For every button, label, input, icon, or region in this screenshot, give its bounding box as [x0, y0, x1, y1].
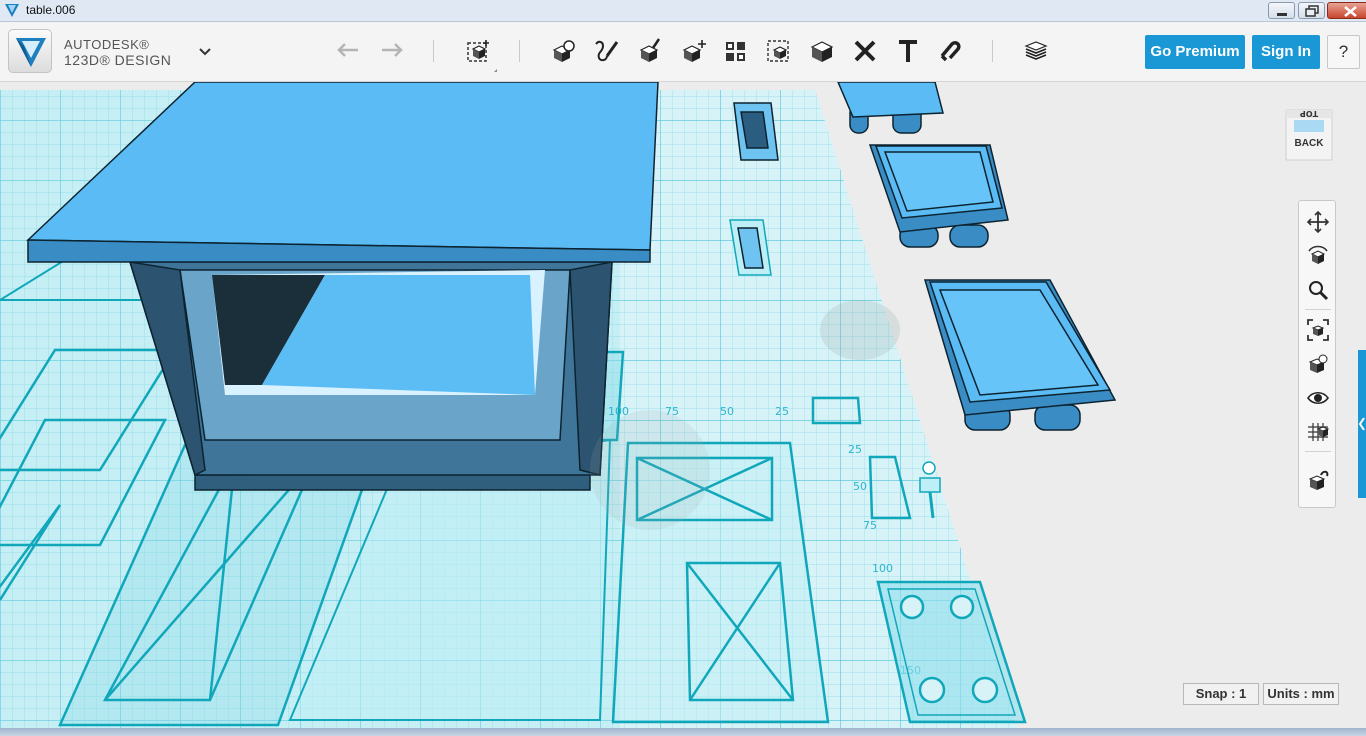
app-window: table.006 AUTODESK® 123D® DESIGN Go Prem… [0, 0, 1366, 736]
3d-viewport[interactable]: 100 75 50 25 25 50 75 100 150 [0, 82, 1366, 736]
toolbar-separator [992, 40, 993, 62]
minimize-icon [1277, 13, 1287, 16]
fit-all-icon[interactable] [1305, 317, 1331, 343]
view-selected-icon[interactable] [1305, 351, 1331, 377]
sketch-icon[interactable] [548, 36, 578, 66]
units-setting[interactable]: Units : mm [1263, 683, 1339, 705]
grid-label: 75 [863, 519, 877, 532]
viewcube-face-label: BACK [1294, 138, 1324, 149]
scene-canvas[interactable]: 100 75 50 25 25 50 75 100 150 [0, 82, 1366, 736]
group-icon[interactable] [721, 36, 751, 66]
toolbar-separator [519, 40, 520, 62]
pan-icon[interactable] [1305, 209, 1331, 235]
chevron-down-icon[interactable] [198, 47, 212, 57]
orbit-icon[interactable] [1305, 243, 1331, 269]
main-toolbar: AUTODESK® 123D® DESIGN Go Premium Sign I… [0, 22, 1366, 82]
visibility-icon[interactable] [1305, 385, 1331, 411]
toolbar-separator [433, 40, 434, 62]
nav-separator [1305, 309, 1331, 310]
measure-icon[interactable] [807, 36, 837, 66]
go-premium-button[interactable]: Go Premium [1145, 35, 1245, 69]
grid-label: 50 [853, 480, 867, 493]
dropdown-caret [494, 69, 497, 72]
delete-tool-icon[interactable] [850, 36, 880, 66]
modify-icon[interactable] [635, 36, 665, 66]
pool-table-2[interactable] [868, 144, 1009, 248]
nav-separator [1305, 451, 1331, 452]
snap-icon[interactable] [936, 36, 966, 66]
construct-icon[interactable] [591, 36, 621, 66]
material-view-icon[interactable] [1305, 467, 1331, 493]
combine-icon[interactable] [764, 36, 794, 66]
pool-table-1[interactable] [837, 82, 944, 134]
restore-icon [1305, 5, 1319, 17]
restore-button[interactable] [1298, 2, 1325, 19]
autodesk-app-icon [5, 4, 19, 17]
chevron-left-icon [1358, 417, 1365, 431]
pool-table-3[interactable] [923, 279, 1117, 431]
view-cube[interactable]: TOP BACK [1282, 100, 1336, 166]
snap-setting[interactable]: Snap : 1 [1183, 683, 1259, 705]
navigation-bar [1298, 200, 1336, 508]
view-cube-icon: TOP [1285, 109, 1333, 161]
close-button[interactable] [1327, 2, 1366, 19]
brand-product: 123D® DESIGN [64, 52, 172, 68]
grid-label: 50 [720, 405, 734, 418]
minimize-button[interactable] [1268, 2, 1295, 19]
close-icon [1344, 6, 1357, 17]
grid-label: 25 [848, 443, 862, 456]
autodesk-logo-icon [16, 38, 46, 67]
grid-label: 100 [872, 562, 893, 575]
app-menu-button[interactable] [8, 29, 52, 73]
brand-autodesk: AUTODESK® [64, 37, 150, 52]
primitives-icon[interactable] [463, 36, 493, 66]
viewcube-top-label: TOP [1300, 109, 1318, 118]
window-title: table.006 [26, 3, 76, 17]
material-icon[interactable] [1021, 36, 1051, 66]
right-panel-tab[interactable] [1358, 350, 1366, 498]
grid-display-icon[interactable] [1305, 419, 1331, 445]
grid-label: 25 [775, 405, 789, 418]
undo-icon[interactable] [334, 36, 364, 66]
text-icon[interactable] [893, 36, 923, 66]
redo-icon[interactable] [376, 36, 406, 66]
zoom-icon[interactable] [1305, 277, 1331, 303]
sign-in-button[interactable]: Sign In [1252, 35, 1320, 69]
os-taskbar [0, 728, 1366, 736]
title-bar: table.006 [0, 0, 1366, 22]
help-button[interactable]: ? [1327, 35, 1360, 69]
pattern-icon[interactable] [678, 36, 708, 66]
